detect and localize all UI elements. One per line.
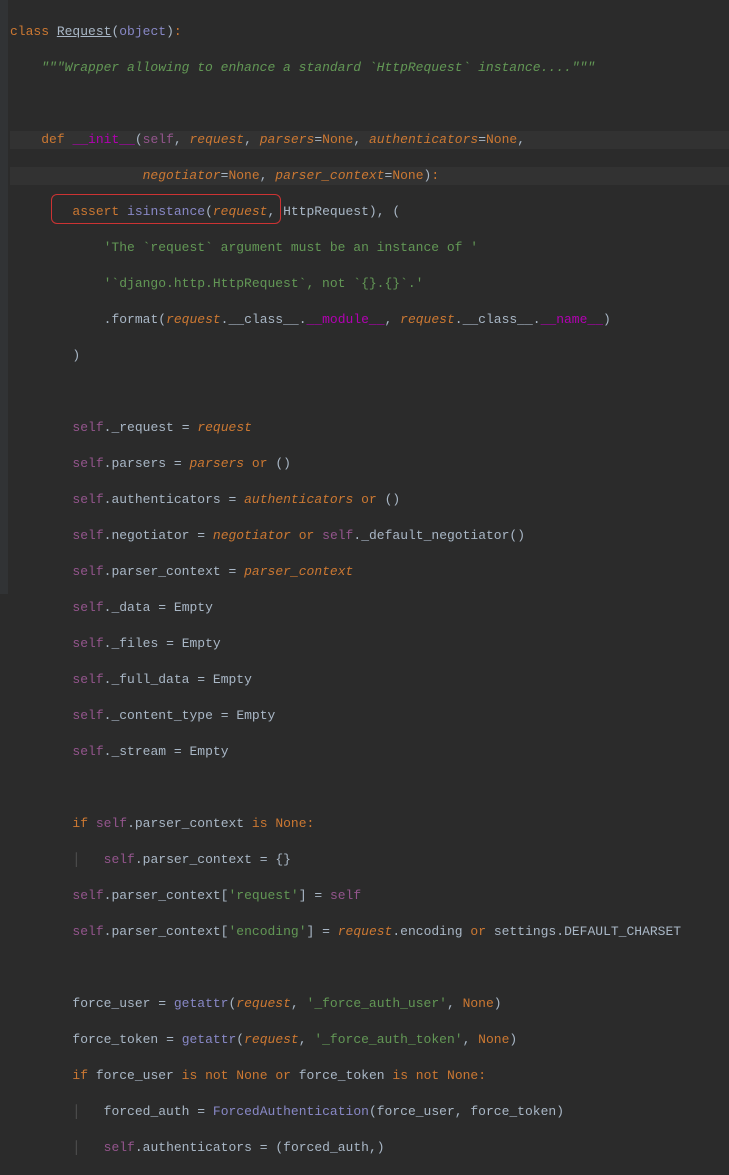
code-line[interactable]: force_user = getattr(request, '_force_au… [10, 995, 729, 1013]
code-line[interactable]: self._request = request [10, 419, 729, 437]
class-name: Request [57, 24, 112, 39]
code-line[interactable]: ) [10, 347, 729, 365]
code-line[interactable]: │ self.parser_context = {} [10, 851, 729, 869]
code-line[interactable]: negotiator=None, parser_context=None): [10, 167, 729, 185]
code-line[interactable]: │ self.authenticators = (forced_auth,) [10, 1139, 729, 1157]
code-line[interactable] [10, 779, 729, 797]
code-editor[interactable]: class Request(object): """Wrapper allowi… [0, 0, 729, 1175]
method-name: __init__ [72, 132, 134, 147]
code-line[interactable]: self.parser_context['encoding'] = reques… [10, 923, 729, 941]
gutter [0, 0, 8, 594]
code-line[interactable]: self.authenticators = authenticators or … [10, 491, 729, 509]
code-line[interactable]: """Wrapper allowing to enhance a standar… [10, 59, 729, 77]
keyword-class: class [10, 24, 49, 39]
code-line[interactable]: class Request(object): [10, 23, 729, 41]
code-line[interactable]: '`django.http.HttpRequest`, not `{}.{}`.… [10, 275, 729, 293]
docstring: """Wrapper allowing to enhance a standar… [41, 60, 595, 75]
code-line[interactable]: self.parser_context['request'] = self [10, 887, 729, 905]
code-line[interactable]: force_token = getattr(request, '_force_a… [10, 1031, 729, 1049]
code-line[interactable]: def __init__(self, request, parsers=None… [10, 131, 729, 149]
code-line[interactable]: self.negotiator = negotiator or self._de… [10, 527, 729, 545]
code-line[interactable]: if self.parser_context is None: [10, 815, 729, 833]
code-line[interactable]: self._data = Empty [10, 599, 729, 617]
code-line[interactable]: if force_user is not None or force_token… [10, 1067, 729, 1085]
code-line[interactable]: self._stream = Empty [10, 743, 729, 761]
code-line[interactable]: self._full_data = Empty [10, 671, 729, 689]
code-line[interactable]: │ forced_auth = ForcedAuthentication(for… [10, 1103, 729, 1121]
code-line[interactable]: self._content_type = Empty [10, 707, 729, 725]
code-line[interactable] [10, 95, 729, 113]
code-line[interactable]: self._files = Empty [10, 635, 729, 653]
code-line[interactable]: self.parsers = parsers or () [10, 455, 729, 473]
code-line[interactable]: 'The `request` argument must be an insta… [10, 239, 729, 257]
code-line[interactable] [10, 383, 729, 401]
code-line[interactable]: assert isinstance(request, HttpRequest),… [10, 203, 729, 221]
code-line[interactable]: .format(request.__class__.__module__, re… [10, 311, 729, 329]
code-line[interactable] [10, 959, 729, 977]
code-line[interactable]: self.parser_context = parser_context [10, 563, 729, 581]
